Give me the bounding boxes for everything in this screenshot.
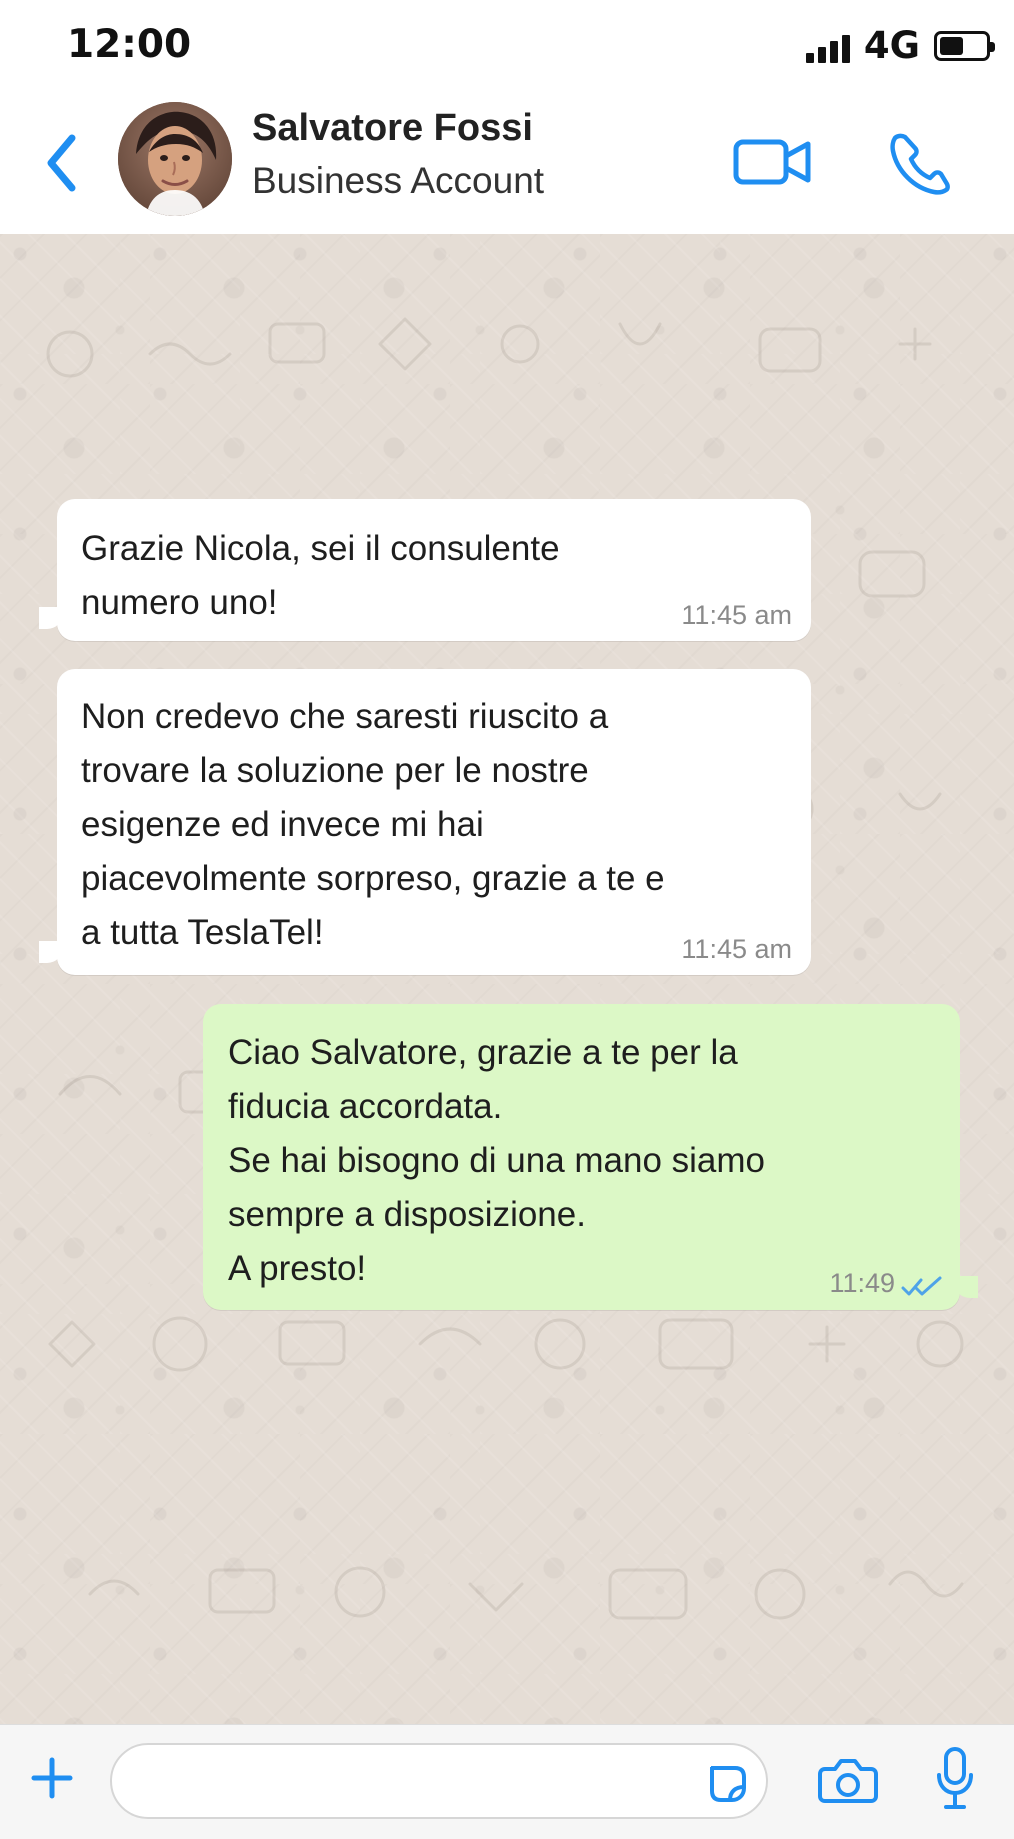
message-time: 11:45 am [681, 934, 792, 964]
message-input[interactable] [110, 1743, 768, 1819]
message-text: Grazie Nicola, sei il consulente numero … [81, 529, 560, 622]
message-time: 11:49 [829, 1268, 895, 1298]
message-text: Non credevo che saresti riuscito a trova… [81, 697, 665, 952]
status-time: 12:00 [67, 22, 192, 67]
message-bubble-incoming[interactable]: Non credevo che saresti riuscito a trova… [39, 669, 811, 975]
chat-header: Salvatore Fossi Business Account [0, 92, 1014, 235]
avatar[interactable] [118, 102, 232, 216]
chat-screen: 12:00 4G Salvatore Fossi Business Accoun… [0, 0, 1014, 1839]
sticker-icon [702, 1758, 750, 1806]
chevron-left-icon [41, 132, 81, 194]
voice-call-button[interactable] [882, 126, 956, 200]
message-bubble-incoming[interactable]: Grazie Nicola, sei il consulente numero … [39, 499, 811, 641]
microphone-icon [933, 1745, 977, 1815]
message-text: Ciao Salvatore, grazie a te per la fiduc… [228, 1033, 766, 1288]
video-camera-icon [732, 134, 814, 192]
video-call-button[interactable] [730, 126, 816, 200]
microphone-button[interactable] [928, 1743, 982, 1817]
chat-area[interactable]: Grazie Nicola, sei il consulente numero … [0, 234, 1014, 1724]
battery-level [940, 36, 963, 55]
camera-icon [817, 1755, 879, 1805]
contact-subtitle: Business Account [252, 160, 545, 201]
back-button[interactable] [34, 128, 88, 198]
add-attachment-button[interactable] [22, 1748, 82, 1808]
signal-icon [805, 29, 850, 63]
battery-icon [934, 30, 995, 61]
status-indicators: 4G [805, 24, 995, 67]
message-composer [0, 1724, 1014, 1839]
chat-background-pattern [46, 317, 964, 1620]
double-check-icon [901, 1275, 943, 1297]
status-bar: 12:00 4G [0, 0, 1014, 92]
message-time: 11:45 am [681, 600, 792, 630]
contact-name: Salvatore Fossi [252, 107, 533, 149]
network-label: 4G [863, 24, 920, 67]
contact-info[interactable]: Salvatore Fossi Business Account [252, 105, 544, 203]
message-bubble-outgoing[interactable]: Ciao Salvatore, grazie a te per la fiduc… [203, 1004, 978, 1310]
plus-icon [28, 1754, 76, 1802]
sticker-button[interactable] [700, 1756, 752, 1808]
camera-button[interactable] [816, 1753, 880, 1807]
phone-icon [887, 131, 951, 195]
